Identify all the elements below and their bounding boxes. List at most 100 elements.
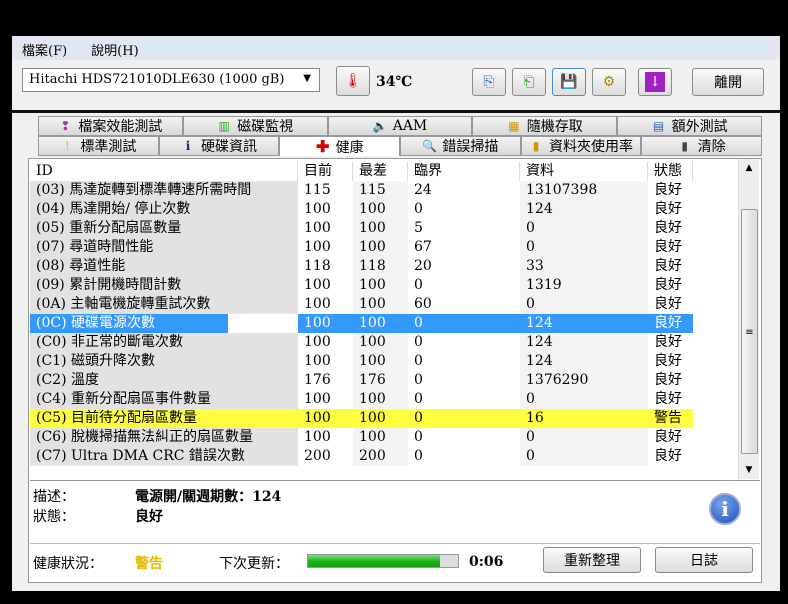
threshold-value-text: 67 xyxy=(414,239,432,255)
attribute-id: (07) 尋道時間性能 xyxy=(30,238,298,257)
threshold-value: 0 xyxy=(408,333,520,352)
scrollbar-thumb[interactable]: ≡ xyxy=(741,209,758,454)
vertical-scrollbar[interactable]: ▲ ≡ ▼ xyxy=(738,159,759,479)
raw-data: 0 xyxy=(520,390,648,409)
file-benchmark-icon: ❢ xyxy=(60,119,71,133)
current-value-text: 100 xyxy=(304,201,331,217)
refresh-button[interactable]: 重新整理 xyxy=(543,547,641,573)
tab-label: 錯誤掃描 xyxy=(442,139,499,155)
table-row[interactable]: (04) 馬達開始/ 停止次數 100 100 0 124 良好 xyxy=(30,200,740,219)
log-button[interactable]: 日誌 xyxy=(655,547,753,573)
attribute-status-text: 良好 xyxy=(654,429,682,445)
col-id[interactable]: ID xyxy=(30,162,298,181)
description-label: 描述： xyxy=(33,489,75,505)
copy-text-icon[interactable]: ⎘ xyxy=(472,68,506,96)
table-row[interactable]: (08) 尋道性能 118 118 20 33 良好 xyxy=(30,257,740,276)
table-row[interactable]: (03) 馬達旋轉到標準轉速所需時間 115 115 24 13107398 良好 xyxy=(30,181,740,200)
tab-info[interactable]: i 硬碟資訊 xyxy=(158,136,280,156)
attribute-status-text: 良好 xyxy=(654,239,682,255)
download-icon[interactable]: ↓ xyxy=(638,68,672,96)
exit-button[interactable]: 離開 xyxy=(692,68,764,96)
attribute-status: 良好 xyxy=(648,181,693,200)
attribute-id: (C4) 重新分配扇區事件數量 xyxy=(30,390,298,409)
attribute-status: 良好 xyxy=(648,352,693,371)
tab-disk-monitor[interactable]: ▥ 磁碟監視 xyxy=(182,116,328,136)
exclamation-icon: ! xyxy=(64,139,70,153)
current-value: 100 xyxy=(298,276,353,295)
tab-aam[interactable]: 🔈 AAM xyxy=(327,116,473,136)
tab-folder-usage[interactable]: ▮ 資料夾使用率 xyxy=(520,136,642,156)
table-row[interactable]: (C5) 目前待分配扇區數量 100 100 0 16 警告 xyxy=(30,409,740,428)
col-worst[interactable]: 最差 xyxy=(353,162,408,181)
divider xyxy=(30,480,760,481)
tab-extra-tests[interactable]: ▤ 額外測試 xyxy=(617,116,762,136)
info-icon[interactable]: i xyxy=(709,493,741,525)
raw-data-text: 0 xyxy=(526,239,535,255)
tab-label: 資料夾使用率 xyxy=(549,139,634,155)
countdown: 0:06 xyxy=(469,554,504,570)
worst-value: 100 xyxy=(353,200,408,219)
table-row[interactable]: (0A) 主軸電機旋轉重試次數 100 100 60 0 良好 xyxy=(30,295,740,314)
worst-value: 100 xyxy=(353,428,408,447)
threshold-value: 0 xyxy=(408,390,520,409)
save-icon[interactable]: 💾 xyxy=(552,68,586,96)
menu-file[interactable]: 檔案(F) xyxy=(22,40,67,59)
table-row[interactable]: (C7) Ultra DMA CRC 錯誤次數 200 200 0 0 良好 xyxy=(30,447,740,466)
table-row[interactable]: (07) 尋道時間性能 100 100 67 0 良好 xyxy=(30,238,740,257)
tab-label: AAM xyxy=(392,118,428,134)
worst-value: 100 xyxy=(353,352,408,371)
table-row[interactable]: (C4) 重新分配扇區事件數量 100 100 0 0 良好 xyxy=(30,390,740,409)
raw-data: 16 xyxy=(520,409,648,428)
tab-benchmark[interactable]: ! 標準測試 xyxy=(38,136,159,156)
threshold-value-text: 24 xyxy=(414,182,432,198)
attribute-status: 良好 xyxy=(648,238,693,257)
current-value-text: 100 xyxy=(304,353,331,369)
scroll-up-icon[interactable]: ▲ xyxy=(739,159,759,173)
col-data[interactable]: 資料 xyxy=(520,162,648,181)
table-row[interactable]: (09) 累計開機時間計數 100 100 0 1319 良好 xyxy=(30,276,740,295)
tab-erase[interactable]: ▮ 清除 xyxy=(641,136,763,156)
col-current[interactable]: 目前 xyxy=(298,162,353,181)
attribute-status-text: 良好 xyxy=(654,258,682,274)
info-icon: i xyxy=(185,139,191,153)
table-row[interactable]: (C6) 脫機掃描無法糾正的扇區數量 100 100 0 0 良好 xyxy=(30,428,740,447)
table-row[interactable]: (05) 重新分配扇區數量 100 100 5 0 良好 xyxy=(30,219,740,238)
tab-error-scan[interactable]: 🔍 錯誤掃描 xyxy=(400,136,521,156)
attribute-id: (C0) 非正常的斷電次數 xyxy=(30,333,298,352)
worst-value-text: 100 xyxy=(359,239,386,255)
threshold-value: 0 xyxy=(408,200,520,219)
current-value-text: 100 xyxy=(304,296,331,312)
copy-screenshot-icon[interactable]: ⎗ xyxy=(512,68,546,96)
smart-table[interactable]: ID 目前 最差 臨界 資料 狀態 (03) 馬達旋轉到標準轉速所需時間 115 1… xyxy=(30,162,740,480)
col-threshold[interactable]: 臨界 xyxy=(408,162,520,181)
options-icon[interactable]: ⚙ xyxy=(592,68,626,96)
attribute-status-text: 良好 xyxy=(654,182,682,198)
table-row[interactable]: (C2) 溫度 176 176 0 1376290 良好 xyxy=(30,371,740,390)
current-value-text: 200 xyxy=(304,448,331,464)
scroll-down-icon[interactable]: ▼ xyxy=(739,465,759,475)
attribute-status: 良好 xyxy=(648,447,693,466)
tab-random-access[interactable]: ▦ 隨機存取 xyxy=(472,116,618,136)
thermometer-icon[interactable]: 🌡 xyxy=(336,66,370,96)
table-row[interactable]: (C0) 非正常的斷電次數 100 100 0 124 良好 xyxy=(30,333,740,352)
table-row[interactable]: (0C) 硬碟電源次數 100 100 0 124 良好 xyxy=(30,314,740,333)
temperature-readout: 34℃ xyxy=(376,74,413,90)
raw-data-text: 33 xyxy=(526,258,544,274)
tab-label: 健康 xyxy=(335,139,364,156)
tab-health[interactable]: ✚ 健康 xyxy=(279,136,401,156)
status-value: 良好 xyxy=(135,509,163,525)
worst-value-text: 200 xyxy=(359,448,386,464)
raw-data-text: 124 xyxy=(526,201,553,217)
attribute-id-text: (C6) 脫機掃描無法糾正的扇區數量 xyxy=(36,429,253,445)
raw-data: 0 xyxy=(520,428,648,447)
tab-label: 硬碟資訊 xyxy=(201,139,257,155)
raw-data-text: 124 xyxy=(526,353,553,369)
table-row[interactable]: (C1) 磁頭升降次數 100 100 0 124 良好 xyxy=(30,352,740,371)
col-status[interactable]: 狀態 xyxy=(648,162,693,181)
table-body: (03) 馬達旋轉到標準轉速所需時間 115 115 24 13107398 良好 (04)… xyxy=(30,181,740,466)
threshold-value: 0 xyxy=(408,276,520,295)
tab-file-benchmark[interactable]: ❢ 檔案效能測試 xyxy=(38,116,183,136)
current-value: 100 xyxy=(298,352,353,371)
drive-select[interactable]: Hitachi HDS721010DLE630 (1000 gB) ▼ xyxy=(22,68,320,92)
menu-help[interactable]: 說明(H) xyxy=(91,40,138,59)
